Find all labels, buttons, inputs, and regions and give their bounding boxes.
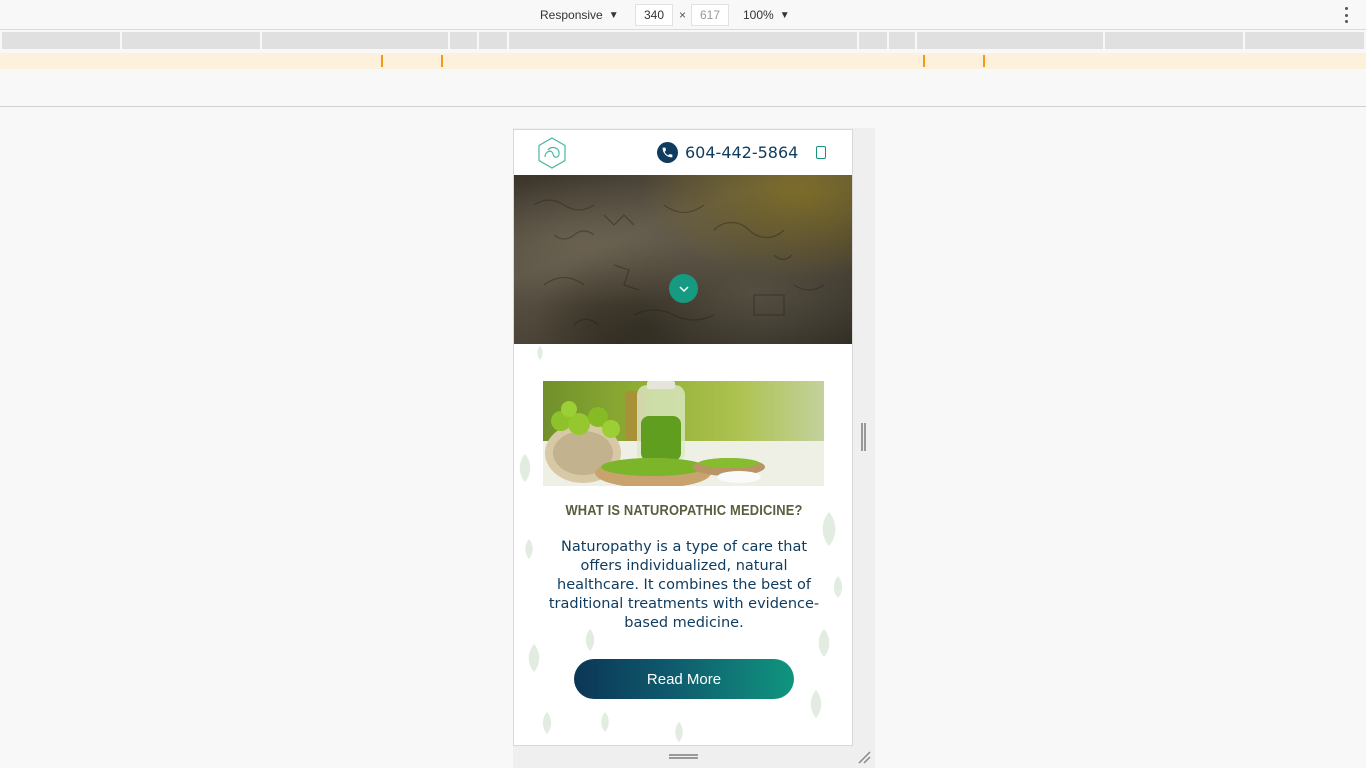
read-more-button[interactable]: Read More xyxy=(574,659,794,699)
leaf-pattern-icon xyxy=(525,539,533,559)
section-title: WHAT IS NATUROPATHIC MEDICINE? xyxy=(565,502,803,519)
devtools-toolbar: Responsive ▼ 340 × 617 100% ▼ xyxy=(0,0,1366,30)
leaf-pattern-icon xyxy=(818,629,830,657)
media-query-segment[interactable] xyxy=(509,32,857,49)
media-query-segment[interactable] xyxy=(2,32,120,49)
media-query-segment[interactable] xyxy=(1245,32,1364,49)
media-query-segment[interactable] xyxy=(450,32,477,49)
media-query-segment[interactable] xyxy=(889,32,915,49)
media-query-segment[interactable] xyxy=(122,32,260,49)
leaf-pattern-icon xyxy=(542,712,552,734)
leaf-pattern-icon xyxy=(537,346,543,360)
media-query-segment[interactable] xyxy=(479,32,507,49)
more-vert-icon[interactable] xyxy=(1340,6,1352,24)
phone-link[interactable]: 604-442-5864 xyxy=(657,142,798,163)
media-query-segment[interactable] xyxy=(859,32,887,49)
phone-number: 604-442-5864 xyxy=(685,143,799,162)
media-query-segment[interactable] xyxy=(1105,32,1243,49)
rock-carving-texture xyxy=(533,199,825,326)
chevron-down-icon xyxy=(678,285,689,292)
leaf-pattern-icon xyxy=(528,644,540,672)
media-query-segment[interactable] xyxy=(917,32,1103,49)
hero-banner xyxy=(514,175,852,344)
device-mode-label: Responsive xyxy=(540,8,603,22)
caret-down-icon: ▼ xyxy=(779,9,790,21)
media-query-bar xyxy=(0,31,1366,50)
dimension-separator: × xyxy=(679,8,687,22)
phone-icon xyxy=(657,142,678,163)
device-viewport: 604-442-5864 WHAT IS NATUROPATHIC MEDICI… xyxy=(513,129,853,746)
leaf-pattern-icon xyxy=(675,722,683,742)
media-query-marker[interactable] xyxy=(923,55,925,67)
viewport-width-input[interactable]: 340 xyxy=(635,4,673,26)
site-header: 604-442-5864 xyxy=(514,130,852,175)
media-query-max-bar xyxy=(0,53,1366,69)
leaf-pattern-icon xyxy=(601,712,609,732)
leaf-pattern-icon xyxy=(519,454,531,482)
leaf-pattern-icon xyxy=(833,576,843,598)
leaf-pattern-icon xyxy=(810,690,822,718)
about-section: WHAT IS NATUROPATHIC MEDICINE? Naturopat… xyxy=(514,344,852,745)
menu-icon[interactable] xyxy=(816,146,826,159)
zoom-dropdown[interactable]: 100% ▼ xyxy=(743,8,790,22)
ruler-divider xyxy=(0,106,1366,107)
right-resize-handle[interactable] xyxy=(861,423,866,451)
device-mode-dropdown[interactable]: Responsive ▼ xyxy=(540,8,619,22)
scroll-down-button[interactable] xyxy=(669,274,698,303)
caret-down-icon: ▼ xyxy=(608,9,619,21)
corner-resize-icon[interactable] xyxy=(857,750,871,764)
bottom-resize-handle[interactable] xyxy=(669,754,698,759)
hexagon-logo-icon[interactable] xyxy=(536,136,568,169)
media-query-marker[interactable] xyxy=(983,55,985,67)
zoom-label: 100% xyxy=(743,8,774,22)
media-query-segment[interactable] xyxy=(262,32,448,49)
media-query-marker[interactable] xyxy=(441,55,443,67)
media-query-marker[interactable] xyxy=(381,55,383,67)
section-description: Naturopathy is a type of care that offer… xyxy=(548,539,820,631)
naturopathy-products-image xyxy=(543,381,824,486)
viewport-height-input[interactable]: 617 xyxy=(691,4,729,26)
